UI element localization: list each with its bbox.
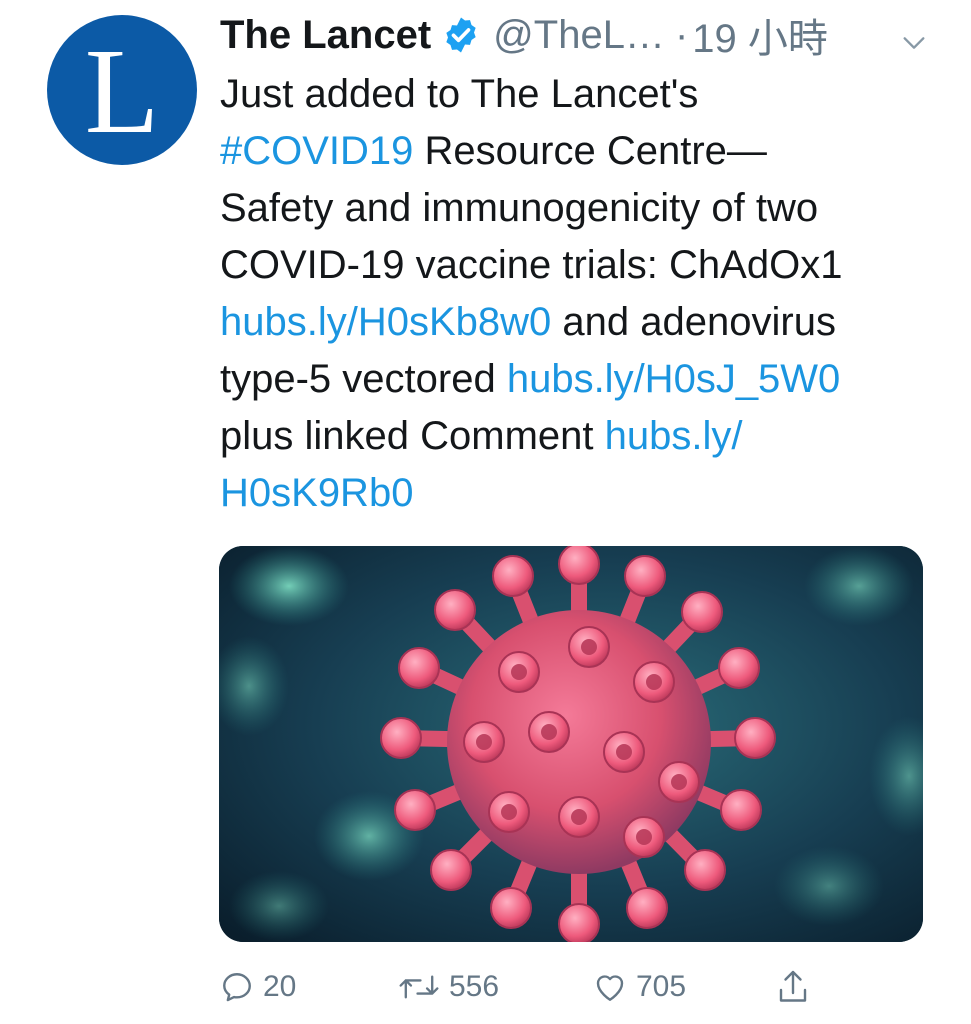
url-link[interactable]: hubs.ly/H0sJ_5W0 bbox=[507, 357, 840, 401]
share-icon bbox=[775, 967, 811, 1007]
tweet-line: Safety and immunogenicity of two bbox=[220, 186, 819, 230]
tweet-line: type-5 vectored hubs.ly/H0sJ_5W0 bbox=[220, 351, 940, 408]
heart-icon bbox=[592, 969, 628, 1005]
account-handle[interactable]: @TheL… bbox=[493, 13, 665, 58]
share-button[interactable] bbox=[775, 964, 811, 1010]
url-link[interactable]: hubs.ly/H0sKb8w0 bbox=[220, 300, 551, 344]
chevron-down-icon[interactable] bbox=[900, 22, 928, 67]
url-link[interactable]: H0sK9Rb0 bbox=[220, 471, 413, 515]
reply-count: 20 bbox=[263, 970, 297, 1003]
reply-button[interactable]: 20 bbox=[219, 964, 296, 1010]
retweet-button[interactable]: 556 bbox=[397, 964, 499, 1010]
verified-badge-icon bbox=[441, 15, 481, 55]
tweet-text-fragment: plus linked Comment bbox=[220, 414, 605, 458]
retweet-icon bbox=[397, 969, 441, 1005]
tweet-line: COVID-19 vaccine trials: ChAdOx1 bbox=[220, 243, 843, 287]
like-button[interactable]: 705 bbox=[592, 964, 686, 1010]
hashtag-link[interactable]: #COVID19 bbox=[220, 129, 413, 173]
tweet-line: #COVID19 Resource Centre— bbox=[220, 123, 940, 180]
account-name[interactable]: The Lancet bbox=[220, 13, 431, 58]
retweet-count: 556 bbox=[449, 970, 500, 1003]
tweet-line: hubs.ly/H0sKb8w0 and adenovirus bbox=[220, 294, 940, 351]
tweet-line: H0sK9Rb0 bbox=[220, 465, 940, 522]
like-count: 705 bbox=[636, 970, 687, 1003]
reply-icon bbox=[219, 969, 255, 1005]
tweet-line: Just added to The Lancet's bbox=[220, 72, 699, 116]
tweet-text-fragment: and adenovirus bbox=[551, 300, 836, 344]
avatar[interactable]: L bbox=[47, 15, 197, 165]
avatar-letter: L bbox=[84, 24, 160, 159]
tweet-actions: 20 556 705 bbox=[219, 964, 923, 1014]
tweet-image[interactable] bbox=[219, 546, 923, 942]
coronavirus-illustration-icon bbox=[219, 546, 923, 942]
tweet-timestamp[interactable]: 19 小時 bbox=[692, 6, 828, 64]
tweet-text: Just added to The Lancet's #COVID19 Reso… bbox=[220, 66, 940, 522]
url-link[interactable]: hubs.ly/ bbox=[605, 414, 743, 458]
separator-dot: · bbox=[674, 12, 689, 57]
tweet-header: The Lancet @TheL… · 19 小時 bbox=[220, 8, 940, 62]
tweet-text-fragment: Resource Centre— bbox=[413, 129, 767, 173]
tweet-line: plus linked Comment hubs.ly/ bbox=[220, 408, 940, 465]
tweet-text-fragment: type-5 vectored bbox=[220, 357, 507, 401]
